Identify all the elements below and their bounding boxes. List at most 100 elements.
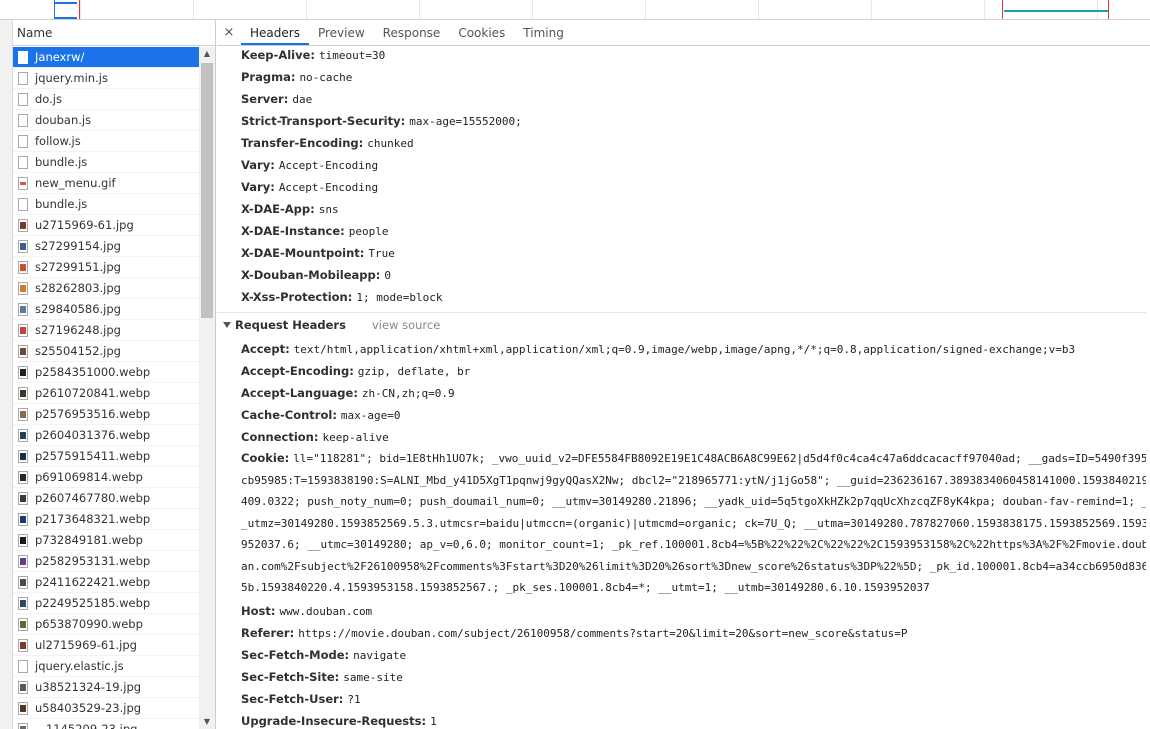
cookie-value-line: 952037.6; __utmc=30149280; ap_v=0,6.0; m…	[241, 534, 1146, 556]
header-row: Sec-Fetch-User: ?1	[241, 688, 361, 711]
section-divider	[217, 312, 1150, 313]
header-row: X-DAE-App: sns	[241, 198, 339, 221]
expand-triangle-icon[interactable]	[223, 322, 231, 328]
request-list-item[interactable]: p2610720841.webp	[13, 383, 199, 404]
request-list-item[interactable]: s27299151.jpg	[13, 257, 199, 278]
request-list-item[interactable]: do.js	[13, 89, 199, 110]
left-gutter	[0, 20, 13, 729]
image-file-icon	[18, 597, 28, 610]
image-file-icon	[18, 429, 28, 442]
request-headers-section-title[interactable]: Request Headers view source	[223, 314, 440, 336]
request-list-item[interactable]: douban.js	[13, 110, 199, 131]
request-list-item[interactable]: p691069814.webp	[13, 467, 199, 488]
image-file-icon	[18, 177, 28, 190]
header-row: X-DAE-Instance: people	[241, 220, 389, 243]
request-list-item[interactable]: follow.js	[13, 131, 199, 152]
header-name: X-DAE-Mountpoint:	[241, 246, 365, 260]
request-list-item[interactable]: p2582953131.webp	[13, 551, 199, 572]
request-list-item[interactable]: s25504152.jpg	[13, 341, 199, 362]
scroll-down-arrow-icon[interactable]: ▼	[199, 715, 215, 729]
request-list-item[interactable]: jquery.elastic.js	[13, 656, 199, 677]
document-file-icon	[18, 93, 28, 106]
header-name: X-Xss-Protection:	[241, 290, 353, 304]
request-list-item[interactable]: s29840586.jpg	[13, 299, 199, 320]
header-name: Vary:	[241, 180, 275, 194]
timeline-load-marker	[1002, 0, 1003, 19]
request-list-item[interactable]: s28262803.jpg	[13, 278, 199, 299]
header-value: True	[368, 247, 395, 260]
close-detail-button[interactable]: ×	[217, 20, 241, 45]
tab-preview[interactable]: Preview	[309, 20, 374, 45]
request-list-item[interactable]: bundle.js	[13, 152, 199, 173]
cookie-value-line: 5b.1593840220.4.1593953158.1593852567.; …	[241, 577, 1146, 599]
request-list-item[interactable]: p2173648321.webp	[13, 509, 199, 530]
request-list-item[interactable]: bundle.js	[13, 194, 199, 215]
request-list-item[interactable]: p2607467780.webp	[13, 488, 199, 509]
header-name: Vary:	[241, 158, 275, 172]
request-list-item[interactable]: Janexrw/	[13, 47, 199, 68]
request-list-item[interactable]: u58403529-23.jpg	[13, 698, 199, 719]
request-list-item[interactable]: p2576953516.webp	[13, 404, 199, 425]
timeline-gridline	[984, 0, 985, 19]
request-list-item[interactable]: s27196248.jpg	[13, 320, 199, 341]
tab-cookies[interactable]: Cookies	[449, 20, 514, 45]
header-name: Accept-Encoding:	[241, 364, 354, 378]
detail-tabbar: × Headers Preview Response Cookies Timing	[217, 20, 1150, 46]
header-row: Vary: Accept-Encoding	[241, 154, 378, 177]
request-name-label: ...1145209-23.jpg	[35, 722, 138, 729]
request-list-item[interactable]: new_menu.gif	[13, 173, 199, 194]
header-name: Sec-Fetch-Site:	[241, 669, 340, 684]
header-row: Accept-Language: zh-CN,zh;q=0.9	[241, 382, 455, 405]
scroll-up-arrow-icon[interactable]: ▲	[199, 47, 215, 61]
timeline-request-bar	[1004, 10, 1108, 12]
request-list-item[interactable]: p732849181.webp	[13, 530, 199, 551]
request-name-label: s28262803.jpg	[35, 281, 121, 295]
request-name-label: bundle.js	[35, 155, 88, 169]
request-list-item[interactable]: jquery.min.js	[13, 68, 199, 89]
header-value: Accept-Encoding	[278, 159, 379, 172]
timeline-request-bar	[55, 2, 77, 4]
request-name-label: p2249525185.webp	[35, 596, 151, 610]
header-row: X-Douban-Mobileapp: 0	[241, 264, 391, 287]
network-timeline-overview[interactable]	[0, 0, 1150, 20]
tab-timing[interactable]: Timing	[514, 20, 573, 45]
view-source-link[interactable]: view source	[372, 318, 440, 332]
timeline-domcontentloaded-marker	[54, 0, 55, 19]
request-name-label: s29840586.jpg	[35, 302, 121, 316]
tab-response[interactable]: Response	[374, 20, 450, 45]
request-list-item[interactable]: ...1145209-23.jpg	[13, 719, 199, 729]
document-file-icon	[18, 156, 28, 169]
request-list-item[interactable]: p2584351000.webp	[13, 362, 199, 383]
request-list-item[interactable]: p2411622421.webp	[13, 572, 199, 593]
header-value: chunked	[367, 137, 414, 150]
request-list-item[interactable]: s27299154.jpg	[13, 236, 199, 257]
request-name-label: bundle.js	[35, 197, 88, 211]
name-column-header[interactable]: Name	[13, 20, 215, 46]
request-list-item[interactable]: p2575915411.webp	[13, 446, 199, 467]
request-list-item[interactable]: p2249525185.webp	[13, 593, 199, 614]
header-name: Server:	[241, 92, 289, 106]
image-file-icon	[18, 303, 28, 316]
request-list-item[interactable]: ul2715969-61.jpg	[13, 635, 199, 656]
request-name-label: s27299154.jpg	[35, 239, 121, 253]
document-file-icon	[18, 135, 28, 148]
tab-headers[interactable]: Headers	[241, 20, 309, 45]
header-row: Sec-Fetch-Mode: navigate	[241, 644, 406, 667]
header-row: X-DAE-Mountpoint: True	[241, 242, 395, 265]
request-list-item[interactable]: p2604031376.webp	[13, 425, 199, 446]
detail-scrollbar[interactable]	[1146, 47, 1150, 729]
timeline-load-marker	[1108, 0, 1109, 19]
document-file-icon	[18, 114, 28, 127]
request-list-item[interactable]: u38521324-19.jpg	[13, 677, 199, 698]
header-name: Host:	[241, 603, 276, 618]
image-file-icon	[18, 618, 28, 631]
request-list-scrollbar[interactable]: ▲ ▼	[199, 47, 215, 729]
request-list-item[interactable]: u2715969-61.jpg	[13, 215, 199, 236]
header-row: Vary: Accept-Encoding	[241, 176, 378, 199]
scrollbar-thumb[interactable]	[201, 63, 213, 318]
cookie-value-line: 409.0322; push_noty_num=0; push_doumail_…	[241, 491, 1146, 513]
request-list-item[interactable]: p653870990.webp	[13, 614, 199, 635]
image-file-icon	[18, 324, 28, 337]
header-value: 1	[430, 714, 437, 728]
image-file-icon	[18, 555, 28, 568]
